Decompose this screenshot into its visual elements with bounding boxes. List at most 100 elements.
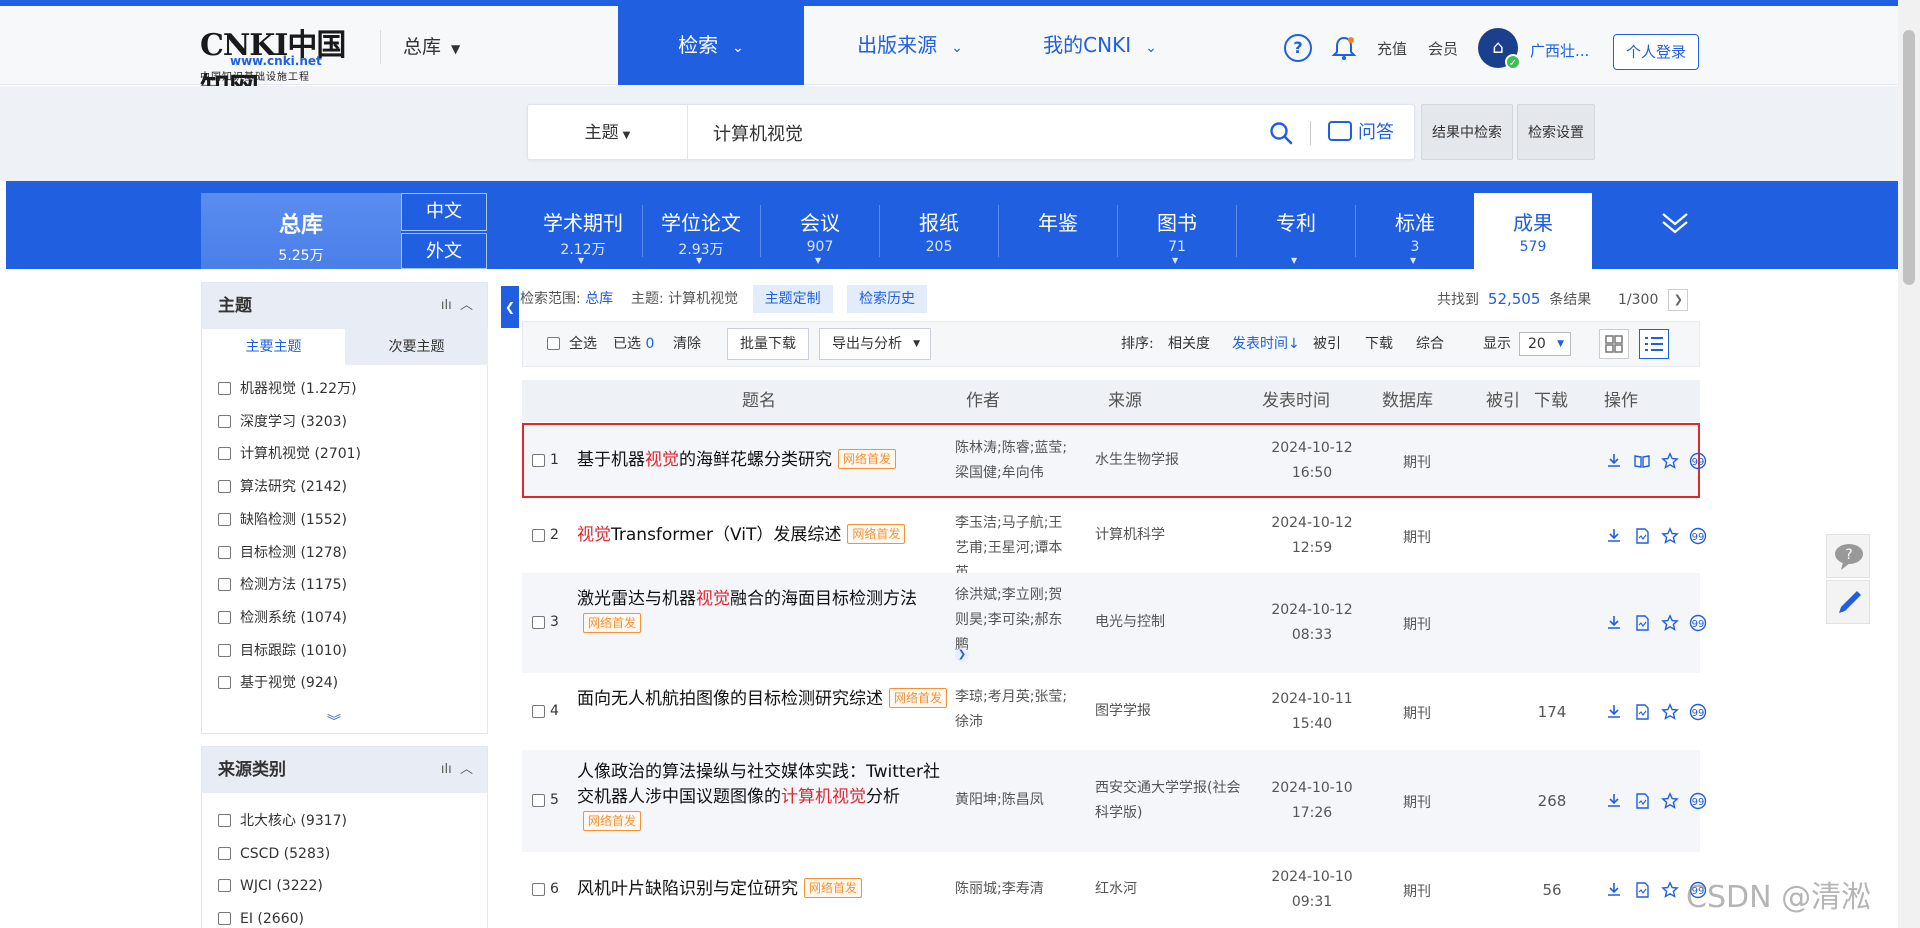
authors[interactable]: 徐洪斌;李立刚;贺则昊;李可染;郝东鹏 — [955, 583, 1075, 658]
bell-icon[interactable] — [1330, 34, 1358, 62]
sort-publish-date[interactable]: 发表时间↓ — [1232, 322, 1300, 366]
search-icon[interactable] — [1269, 121, 1293, 145]
cite-quote-icon[interactable]: 99 — [1689, 452, 1707, 470]
nav-publication-source[interactable]: 出版来源 ⌄ — [830, 6, 990, 85]
favorite-star-icon[interactable] — [1661, 451, 1679, 470]
source-filter-item[interactable]: CSCD (5283) — [218, 844, 330, 864]
th-title[interactable]: 题名 — [742, 380, 776, 422]
filter-checkbox[interactable] — [218, 414, 231, 428]
export-analysis-button[interactable]: 导出与分析 ▼ — [819, 328, 931, 360]
row-checkbox[interactable] — [532, 453, 545, 467]
tab-chinese[interactable]: 中文 — [401, 193, 487, 231]
html-read-icon[interactable] — [1633, 703, 1651, 721]
table-row[interactable]: 1 基于机器视觉的海鲜花螺分类研究 网络首发 陈林涛;陈睿;蓝莹;梁国健;牟向伟 … — [522, 423, 1707, 498]
search-settings-button[interactable]: 检索设置 — [1517, 104, 1595, 160]
cite-quote-icon[interactable]: 99 — [1689, 527, 1707, 545]
filter-checkbox[interactable] — [218, 447, 231, 461]
sort-downloads[interactable]: 下载 — [1365, 322, 1393, 366]
topic-filter-item[interactable]: 检测方法 (1175) — [218, 575, 347, 595]
filter-checkbox[interactable] — [218, 578, 231, 592]
personal-login-button[interactable]: 个人登录 — [1613, 34, 1699, 70]
article-title[interactable]: 人像政治的算法操纵与社交媒体实践：Twitter社交机器人涉中国议题图像的计算机… — [577, 760, 955, 835]
expand-more-icon[interactable]: ︾ — [327, 711, 341, 731]
topic-custom-button[interactable]: 主题定制 — [752, 285, 833, 313]
institution-name[interactable]: 广西壮... — [1530, 40, 1589, 61]
feedback-button[interactable]: ? — [1826, 534, 1870, 578]
topic-filter-item[interactable]: 算法研究 (2142) — [218, 477, 347, 497]
download-icon[interactable] — [1605, 881, 1623, 899]
cite-quote-icon[interactable]: 99 — [1689, 703, 1707, 721]
sort-overall[interactable]: 综合 — [1416, 322, 1444, 366]
member-link[interactable]: 会员 — [1428, 38, 1458, 59]
html-read-icon[interactable] — [1633, 881, 1651, 899]
row-checkbox[interactable] — [532, 616, 545, 629]
chevron-up-icon[interactable]: ︿ — [460, 762, 473, 777]
collapse-filter-toggle[interactable]: ❮ — [501, 286, 519, 328]
favorite-star-icon[interactable] — [1661, 881, 1679, 899]
select-all[interactable]: 全选 — [547, 322, 597, 366]
tab-total-library[interactable]: 总库 5.25万 — [201, 193, 401, 269]
tab-category-1[interactable]: 学位论文 2.93万 ▼ — [642, 193, 760, 269]
article-title[interactable]: 激光雷达与机器视觉融合的海面目标检测方法网络首发 — [577, 587, 955, 637]
authors[interactable]: 陈丽城;李寿清 — [955, 877, 1075, 902]
filter-checkbox[interactable] — [218, 545, 231, 559]
filter-checkbox[interactable] — [218, 610, 231, 624]
tab-category-6[interactable]: 专利 ▼ — [1237, 193, 1355, 269]
nav-search[interactable]: 检索 ⌄ — [618, 6, 804, 85]
institution-avatar[interactable]: ⌂ ✓ — [1478, 28, 1521, 70]
source-filter-item[interactable]: WJCI (3222) — [218, 876, 323, 896]
html-read-icon[interactable] — [1633, 792, 1651, 810]
download-icon[interactable] — [1605, 452, 1623, 470]
double-chevron-down-icon[interactable] — [1660, 208, 1690, 244]
favorite-star-icon[interactable] — [1661, 702, 1679, 721]
edit-note-button[interactable] — [1826, 580, 1870, 624]
topic-filter-item[interactable]: 深度学习 (3203) — [218, 412, 347, 432]
article-title[interactable]: 基于机器视觉的海鲜花螺分类研究 网络首发 — [577, 448, 955, 473]
topic-filter-item[interactable]: 机器视觉 (1.22万) — [218, 379, 357, 399]
clear-link[interactable]: 清除 — [673, 322, 701, 366]
filter-checkbox[interactable] — [218, 480, 231, 494]
tab-category-5[interactable]: 图书 71 ▼ — [1118, 193, 1236, 269]
download-icon[interactable] — [1605, 614, 1623, 632]
topic-filter-item[interactable]: 目标跟踪 (1010) — [218, 641, 347, 661]
cite-quote-icon[interactable]: 99 — [1689, 792, 1707, 810]
table-row[interactable]: 2 视觉Transformer（ViT）发展综述 网络首发 李玉洁;马子航;王艺甫… — [522, 498, 1707, 581]
nav-my-cnki[interactable]: 我的CNKI ⌄ — [1020, 6, 1180, 85]
article-title[interactable]: 面向无人机航拍图像的目标检测研究综述 网络首发 — [577, 687, 955, 712]
scrollbar-thumb[interactable] — [1903, 30, 1915, 285]
filter-checkbox[interactable] — [218, 846, 231, 860]
source[interactable]: 计算机科学 — [1095, 523, 1245, 548]
filter-checkbox[interactable] — [218, 814, 231, 827]
download-icon[interactable] — [1605, 703, 1623, 721]
topic-filter-item[interactable]: 计算机视觉 (2701) — [218, 444, 361, 464]
chevron-up-icon[interactable]: ︿ — [460, 298, 473, 313]
list-view-button[interactable] — [1639, 329, 1669, 359]
download-icon[interactable] — [1605, 792, 1623, 810]
table-row[interactable]: 3 激光雷达与机器视觉融合的海面目标检测方法网络首发 徐洪斌;李立刚;贺则昊;李… — [522, 573, 1707, 673]
qa-button[interactable]: 问答 — [1328, 105, 1394, 161]
filter-checkbox[interactable] — [218, 912, 231, 926]
download-icon[interactable] — [1605, 527, 1623, 545]
tab-secondary-topic[interactable]: 次要主题 — [345, 329, 488, 365]
tab-category-8[interactable]: 成果 579 — [1474, 193, 1592, 269]
help-icon[interactable]: ? — [1284, 34, 1312, 62]
bar-chart-icon[interactable]: ılı — [441, 762, 452, 777]
tab-category-2[interactable]: 会议 907 ▼ — [761, 193, 879, 269]
filter-checkbox[interactable] — [218, 676, 231, 690]
search-field-select[interactable]: 主题 ▼ — [528, 105, 688, 161]
source[interactable]: 电光与控制 — [1095, 610, 1245, 635]
cnki-logo[interactable]: CNKI中国知网 www.cnki.net 中国知识基础设施工程 — [200, 20, 360, 107]
source[interactable]: 水生生物学报 — [1095, 448, 1245, 473]
read-book-icon[interactable] — [1633, 452, 1651, 470]
html-read-icon[interactable] — [1633, 527, 1651, 545]
grid-view-button[interactable] — [1599, 329, 1629, 359]
library-switch[interactable]: 总库 ▼ — [380, 30, 460, 64]
filter-checkbox[interactable] — [218, 879, 231, 893]
table-row[interactable]: 4 面向无人机航拍图像的目标检测研究综述 网络首发 李琼;考月英;张莹;徐沛 图学… — [522, 673, 1707, 750]
row-checkbox[interactable] — [532, 704, 545, 718]
table-row[interactable]: 6 风机叶片缺陷识别与定位研究 网络首发 陈丽城;李寿清 红水河 2024-10-… — [522, 852, 1707, 928]
search-input[interactable] — [713, 117, 1213, 149]
display-count-select[interactable]: 20 ▼ — [1519, 332, 1571, 356]
topic-filter-item[interactable]: 目标检测 (1278) — [218, 543, 347, 563]
favorite-star-icon[interactable] — [1661, 792, 1679, 810]
